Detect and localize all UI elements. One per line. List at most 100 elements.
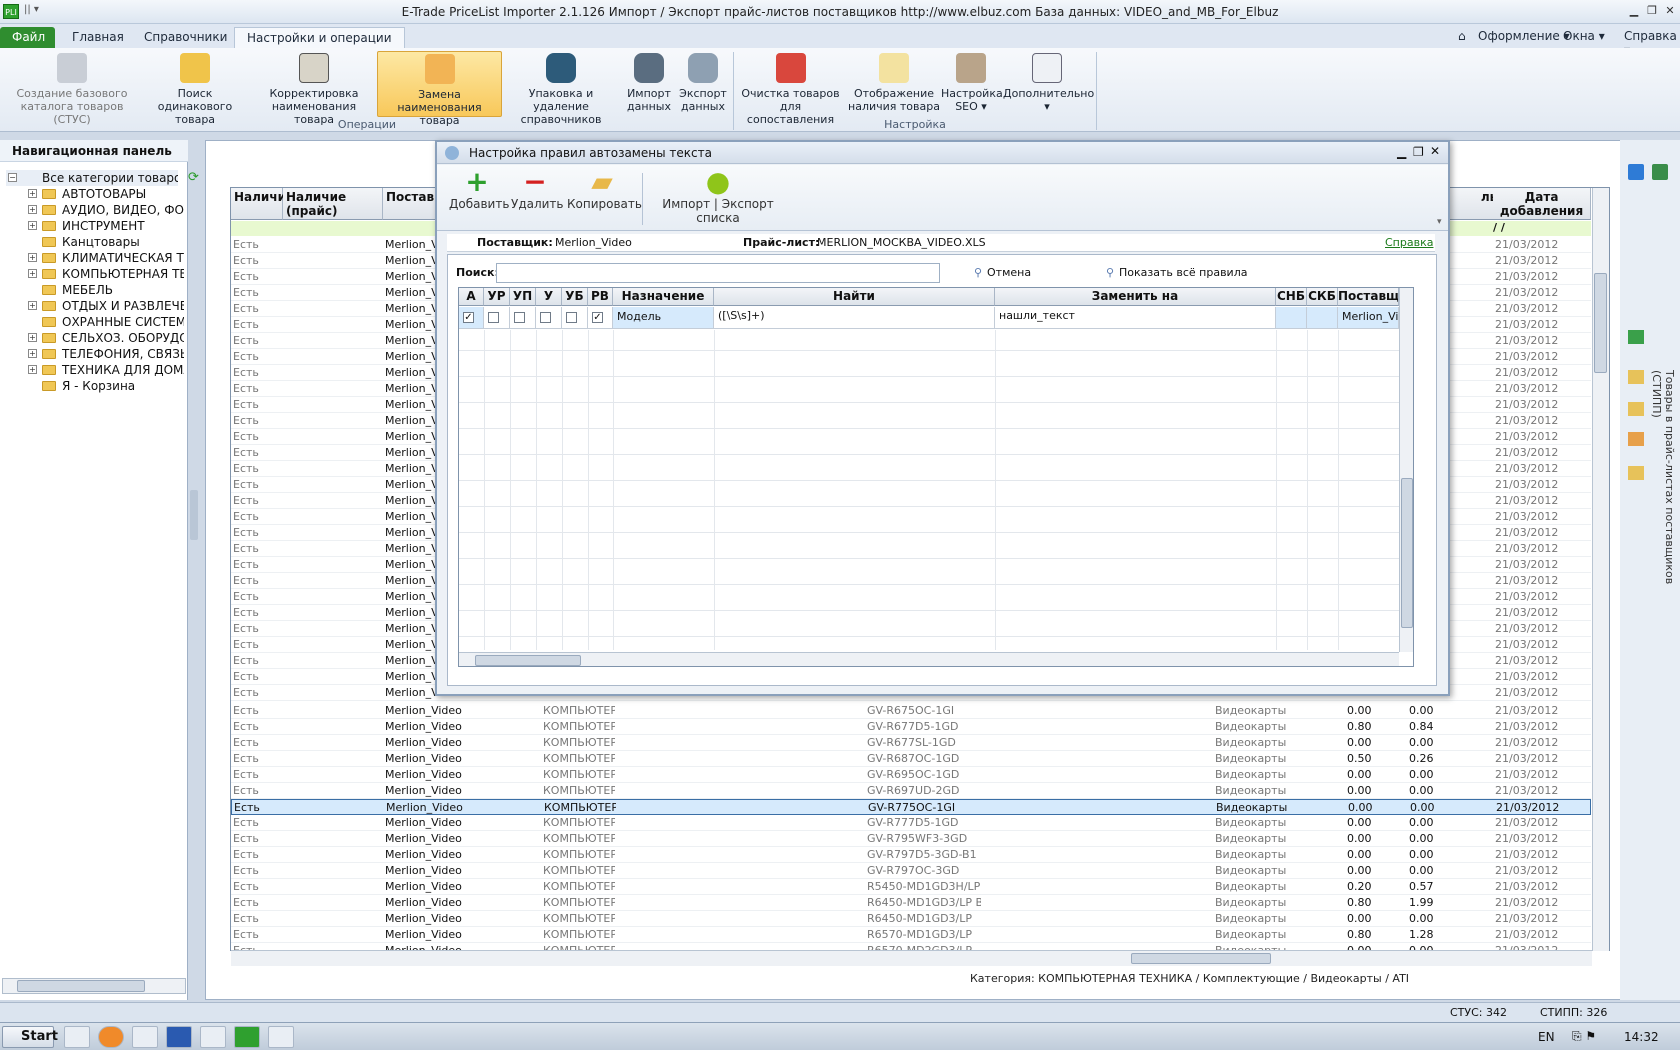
rules-vertical-scrollbar[interactable] [1399,288,1413,652]
col-header-a[interactable]: А [459,288,484,306]
expand-icon[interactable]: + [28,333,37,342]
grid-vertical-scrollbar[interactable] [1592,188,1609,951]
rule-ub-checkbox[interactable] [562,307,588,329]
show-all-rules-button[interactable]: Показать всё правила [1119,266,1247,279]
tree-item[interactable]: Я - Корзина [6,378,184,394]
table-row[interactable]: Есть Merlion_Video КОМПЬЮТЕРН GV-R777D5-1GD… [231,815,1591,831]
table-row[interactable]: Есть Merlion_Video КОМПЬЮТЕРН R6450-MD1GD3/… [231,911,1591,927]
checkbox-unchecked[interactable] [488,312,499,323]
correct-product-name-button[interactable]: Корректировка наименования товара [252,51,376,126]
scrollbar-thumb[interactable] [1131,953,1271,964]
table-row[interactable]: Есть Merlion_Video КОМПЬЮТЕРН R6450-MD1GD3/… [231,895,1591,911]
add-button[interactable]: + Добавить [449,167,509,212]
search-input[interactable] [496,263,940,283]
table-row[interactable]: Есть Merlion_Video КОМПЬЮТЕРН GV-R677SL-1GD… [231,735,1591,751]
tree-item[interactable]: МЕБЕЛЬ [6,282,184,298]
table-row[interactable]: Есть Merlion_Video КОМПЬЮТЕРН GV-R695OC-1GD… [231,767,1591,783]
dialog-minimize-icon[interactable]: ▁ [1397,145,1406,159]
filter-date[interactable]: / / [1493,221,1505,234]
close-icon[interactable]: ✕ [1662,4,1678,18]
checkbox-unchecked[interactable] [514,312,525,323]
rule-up-checkbox[interactable] [510,307,536,329]
rule-active-checkbox[interactable]: ✓ [459,307,484,329]
rule-target-cell[interactable]: Модель [613,307,714,329]
taskbar-app-icon[interactable] [200,1026,226,1048]
nav-horizontal-scrollbar[interactable] [2,978,186,994]
col-header-date[interactable]: Дата добавления [1493,188,1591,220]
tab-home[interactable]: Главная [60,27,136,48]
seo-settings-button[interactable]: Настройка SEO ▾ [941,51,1003,117]
table-row[interactable]: Есть Merlion_Video КОМПЬЮТЕРН GV-R677D5-1GD… [231,719,1591,735]
folder-add-icon[interactable] [1628,370,1644,384]
rule-replace-cell[interactable]: нашли_текст [995,307,1276,329]
col-header-replace[interactable]: Заменить на [995,288,1276,306]
tree-structure-icon[interactable] [1628,330,1644,344]
maximize-icon[interactable]: ❐ [1644,4,1660,18]
table-row[interactable]: Есть Merlion_Video КОМПЬЮТЕРН GV-R675OC-1GI… [231,703,1591,719]
tree-item[interactable]: Канцтовары [6,234,184,250]
grid-horizontal-scrollbar[interactable] [231,950,1592,966]
table-row[interactable]: Есть Merlion_Video КОМПЬЮТЕРН R5450-MD1GD3H… [231,879,1591,895]
rule-ur-checkbox[interactable] [484,307,510,329]
toolbar-overflow-icon[interactable]: ▾ [1437,217,1442,227]
col-header-rv[interactable]: РВ [588,288,613,306]
clear-products-button[interactable]: Очистка товаров для сопоставления [738,51,843,126]
delete-button[interactable]: − Удалить [511,167,564,212]
col-header-up[interactable]: УП [510,288,536,306]
tree-item[interactable]: + КОМПЬЮТЕРНАЯ ТЕХ [6,266,184,282]
rule-snb-cell[interactable] [1276,307,1307,329]
scrollbar-thumb[interactable] [475,655,581,666]
tree-item[interactable]: ОХРАННЫЕ СИСТЕМЫ [6,314,184,330]
checkbox-unchecked[interactable] [540,312,551,323]
menu-design[interactable]: Оформление ▾ [1478,29,1570,43]
firefox-icon[interactable] [98,1026,124,1048]
tree-item[interactable]: + ОТДЫХ И РАЗВЛЕЧЕН [6,298,184,314]
col-header-availability[interactable]: Наличие [231,188,294,220]
col-header-ur[interactable]: УР [484,288,510,306]
table-row[interactable]: Есть Merlion_Video КОМПЬЮТЕРН GV-R797OC-3GD… [231,863,1591,879]
col-header-find[interactable]: Найти [714,288,995,306]
taskbar-app-icon[interactable] [132,1026,158,1048]
tree-item[interactable]: + АВТОТОВАРЫ [6,186,184,202]
export-icon[interactable] [1652,164,1668,180]
expand-icon[interactable]: + [28,221,37,230]
expand-icon[interactable]: + [28,205,37,214]
import-export-list-button[interactable]: ● Импорт | Экспорт списка [647,167,789,226]
tab-references[interactable]: Справочники [132,27,239,48]
replace-product-name-button[interactable]: Замена наименования товара [377,51,502,127]
cancel-button[interactable]: Отмена [987,266,1031,279]
folder-delete-icon[interactable] [1628,432,1644,446]
pricelist-importer-taskbar-icon[interactable] [234,1026,260,1048]
start-button[interactable]: Start [2,1026,58,1048]
scrollbar-thumb[interactable] [1594,273,1607,373]
checkbox-checked[interactable]: ✓ [463,312,474,323]
tree-root[interactable]: − Все категории товаров [6,170,178,186]
checkbox-unchecked[interactable] [566,312,577,323]
tree-item[interactable]: + АУДИО, ВИДЕО, ФОТ [6,202,184,218]
col-header-ub[interactable]: УБ [562,288,588,306]
col-header-supplier[interactable]: Поставщ [1338,288,1399,306]
sort-icon[interactable] [1628,164,1644,180]
rule-find-cell[interactable]: ([\S\s]+) [714,307,995,329]
find-same-product-button[interactable]: Поиск одинакового товара [140,51,250,126]
minimize-icon[interactable]: ▁ [1626,4,1642,18]
scrollbar-thumb[interactable] [1401,478,1413,628]
rule-supplier-cell[interactable]: Merlion_Vide [1338,307,1399,329]
tree-item[interactable]: +КЛИМАТИЧЕСКАЯ ТЕХ [6,250,184,266]
col-header-availability-price[interactable]: Наличие (прайс) [283,188,383,220]
refresh-icon[interactable]: ⟳ [188,170,202,185]
folder-move-icon[interactable] [1628,466,1644,480]
home-icon[interactable]: ⌂ [1458,29,1466,43]
tree-item[interactable]: + ТЕХНИКА ДЛЯ ДОМА [6,362,184,378]
checkbox-checked[interactable]: ✓ [592,312,603,323]
col-header-skb[interactable]: СКБ [1307,288,1338,306]
rules-horizontal-scrollbar[interactable] [459,652,1399,666]
scrollbar-thumb[interactable] [17,980,145,992]
expand-icon[interactable]: + [28,189,37,198]
tree-item[interactable]: + ТЕЛЕФОНИЯ, СВЯЗЬ [6,346,184,362]
expand-icon[interactable]: + [28,365,37,374]
menu-windows[interactable]: Окна ▾ [1563,29,1605,43]
taskbar-app-icon[interactable] [64,1026,90,1048]
export-data-button[interactable]: Экспорт данных [677,51,729,117]
tree-item[interactable]: + ИНСТРУМЕНТ [6,218,184,234]
